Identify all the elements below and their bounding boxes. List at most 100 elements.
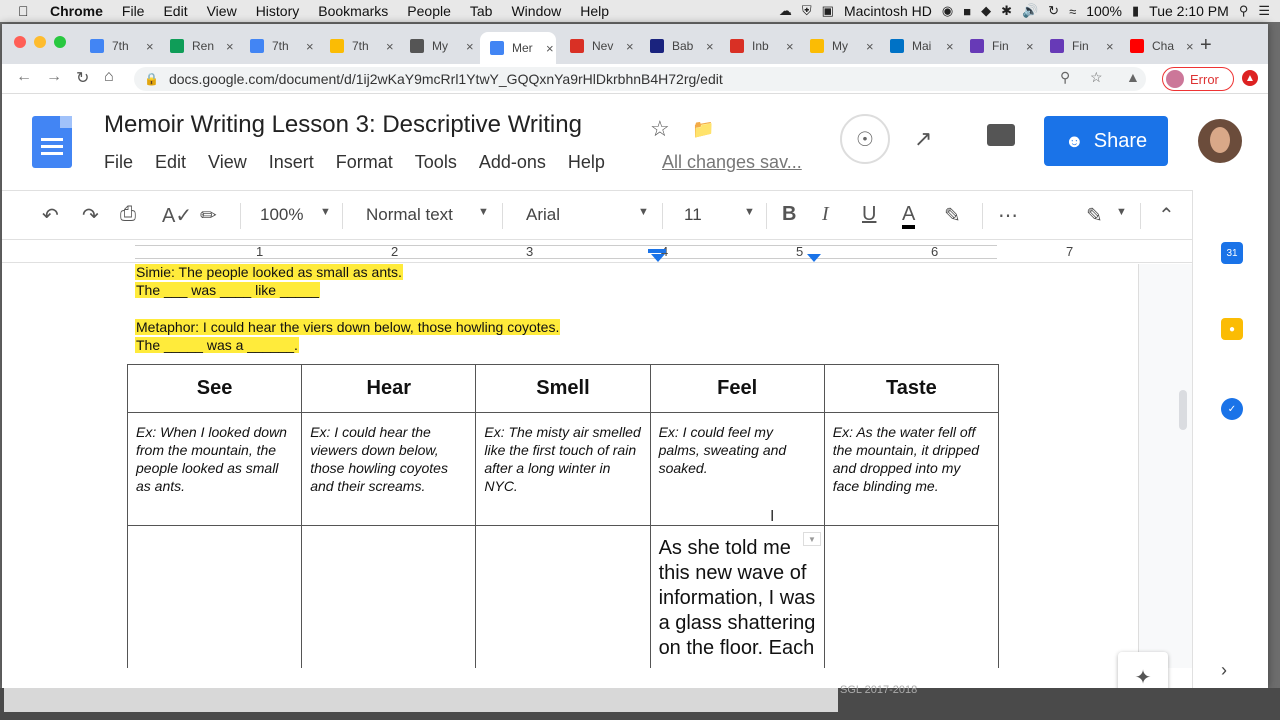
volume-icon[interactable]: 🔊 [1022,3,1038,19]
simile-template[interactable]: The ___ was ____ like _____ [135,282,320,298]
zoom-window-button[interactable] [54,36,66,48]
entry-taste[interactable] [823,525,1000,668]
zoom-select[interactable]: 100% [260,205,303,225]
menu-app-chrome[interactable]: Chrome [50,3,103,19]
header-hear[interactable]: Hear [301,364,477,413]
address-bar[interactable]: 🔒 docs.google.com/document/d/1ij2wKaY9mc… [134,67,1146,91]
font-size-select[interactable]: 11 [684,205,702,225]
entry-hear[interactable] [301,525,477,668]
style-caret-icon[interactable]: ▼ [478,206,489,218]
undo-icon[interactable]: ↶ [42,203,59,228]
close-window-button[interactable] [14,36,26,48]
metaphor-template[interactable]: The _____ was a ______. [135,337,299,353]
docs-menu-addons[interactable]: Add-ons [479,152,546,173]
menu-people[interactable]: People [407,3,451,19]
first-line-indent-marker[interactable] [648,249,666,253]
spellcheck-icon[interactable]: A✓ [162,203,192,228]
menu-view[interactable]: View [207,3,237,19]
tasks-icon[interactable]: ✓ [1221,398,1243,420]
tab-close-icon[interactable]: × [946,39,954,54]
calendar-icon[interactable]: 31 [1221,242,1243,264]
reload-icon[interactable]: ↻ [76,68,89,88]
menu-help[interactable]: Help [580,3,609,19]
home-icon[interactable]: ⌂ [104,68,114,86]
tab-close-icon[interactable]: × [386,39,394,54]
record-icon[interactable]: ◉ [942,3,953,19]
browser-tab[interactable]: Fin × [1040,32,1116,60]
tab-close-icon[interactable]: × [546,41,554,56]
browser-tab[interactable]: Inb × [720,32,796,60]
dropbox-icon[interactable]: ◆ [981,3,991,19]
bold-button[interactable]: B [782,203,796,226]
collapse-menus-icon[interactable]: ⌃ [1158,203,1175,228]
tab-close-icon[interactable]: × [466,39,474,54]
profile-error-button[interactable]: Error [1162,67,1234,91]
browser-tab[interactable]: My × [400,32,476,60]
bluetooth-icon[interactable]: ✱ [1001,3,1012,19]
docs-menu-tools[interactable]: Tools [415,152,457,173]
example-hear[interactable]: Ex: I could hear the viewers down below,… [301,412,477,526]
browser-tab[interactable]: Mer × [480,32,556,64]
move-folder-icon[interactable]: 📁 [692,119,714,140]
docs-menu-help[interactable]: Help [568,152,605,173]
docs-menu-insert[interactable]: Insert [269,152,314,173]
extension-alert-icon[interactable]: ▲ [1242,70,1258,86]
forward-icon[interactable]: → [46,68,62,86]
header-taste[interactable]: Taste [823,364,1000,413]
browser-tab[interactable]: 7th × [80,32,156,60]
underline-button[interactable]: U [862,203,876,226]
zoom-caret-icon[interactable]: ▼ [320,206,331,218]
sync-icon[interactable]: ↻ [1048,3,1059,19]
text-color-button[interactable]: A [902,203,916,229]
editing-mode-icon[interactable]: ✎ [1086,203,1103,228]
browser-tab[interactable]: Mai × [880,32,956,60]
entry-feel[interactable]: As she told me this new wave of informat… [649,525,825,668]
minimize-window-button[interactable] [34,36,46,48]
example-smell[interactable]: Ex: The misty air smelled like the first… [475,412,651,526]
docs-menu-file[interactable]: File [104,152,133,173]
user-avatar[interactable] [1198,119,1242,163]
tab-close-icon[interactable]: × [866,39,874,54]
browser-tab[interactable]: Ren × [160,32,236,60]
ruler[interactable]: 1 2 3 4 5 6 7 [2,241,1192,263]
cell-dropdown-icon[interactable]: ▼ [803,532,821,546]
right-indent-marker[interactable] [807,254,821,262]
tab-close-icon[interactable]: × [306,39,314,54]
cloud-icon[interactable]: ☁ [779,3,792,19]
more-options-icon[interactable]: ⋯ [998,203,1018,228]
tab-close-icon[interactable]: × [146,39,154,54]
apple-menu-icon[interactable]:  [18,3,34,19]
bookmark-star-icon[interactable]: ☆ [1090,69,1103,86]
simile-example[interactable]: Simie: The people looked as small as ant… [135,264,403,280]
example-feel[interactable]: Ex: I could feel my palms, sweating and … [649,412,825,526]
metaphor-example[interactable]: Metaphor: I could hear the viers down be… [135,319,561,335]
header-see[interactable]: See [126,364,303,413]
document-page[interactable]: Simie: The people looked as small as ant… [2,264,1139,668]
browser-tab[interactable]: 7th × [320,32,396,60]
wifi-icon[interactable]: ≈ [1069,4,1076,19]
entry-see[interactable] [126,525,303,668]
paint-format-icon[interactable]: ✏ [200,203,217,228]
document-title[interactable]: Memoir Writing Lesson 3: Descriptive Wri… [104,111,582,139]
screen-icon[interactable]: ■ [963,4,971,19]
share-button[interactable]: ☻ Share [1044,116,1168,166]
battery-icon[interactable]: ▮ [1132,3,1139,19]
browser-tab[interactable]: Bab × [640,32,716,60]
clock[interactable]: Tue 2:10 PM [1149,3,1229,19]
size-caret-icon[interactable]: ▼ [744,206,755,218]
lock-icon[interactable]: 🔒 [144,72,159,86]
expand-panel-chevron-icon[interactable]: › [1221,660,1227,681]
menu-edit[interactable]: Edit [163,3,187,19]
highlight-pen-icon[interactable]: ✎ [944,203,961,228]
keep-icon[interactable]: ● [1221,318,1243,340]
menu-bookmarks[interactable]: Bookmarks [318,3,388,19]
vertical-scrollbar[interactable] [1179,390,1187,430]
style-select[interactable]: Normal text [366,205,453,225]
activity-trend-icon[interactable]: ↗ [914,126,932,152]
italic-button[interactable]: I [822,203,829,226]
tab-close-icon[interactable]: × [226,39,234,54]
print-icon[interactable]: ⎙ [120,203,136,226]
docs-logo-icon[interactable] [32,116,72,168]
docs-menu-format[interactable]: Format [336,152,393,173]
spotlight-icon[interactable]: ⚲ [1239,3,1249,19]
